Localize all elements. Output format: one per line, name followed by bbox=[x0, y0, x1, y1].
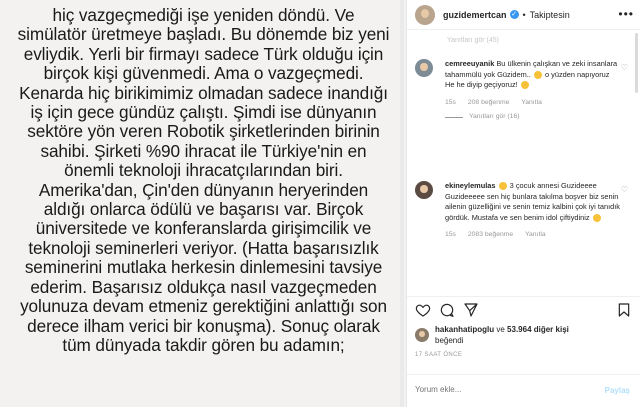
post-comment-button[interactable]: Paylaş bbox=[605, 386, 630, 395]
comment-meta: 15s 208 beğenme Yanıtla bbox=[445, 98, 620, 109]
comment-age: 15s bbox=[445, 231, 456, 238]
bookmark-icon[interactable] bbox=[616, 302, 632, 318]
comment-text: cemreeuyanik Bu ülkenin çalışkan ve zeki… bbox=[445, 59, 618, 90]
share-icon[interactable] bbox=[463, 302, 479, 318]
author-avatar[interactable] bbox=[415, 4, 435, 25]
author-username[interactable]: guzidemertcan bbox=[443, 10, 507, 20]
comments-scrollbar[interactable] bbox=[635, 33, 638, 93]
post-image: hiç vazgeçmediği işe yeniden döndü. Ve si… bbox=[0, 0, 407, 407]
post-text-line: ederim. Başarısız oldukça nasıl vazgeçme… bbox=[30, 276, 377, 297]
post-text-line: tüm dünyada takdir gören bu adamın; bbox=[62, 334, 345, 355]
verified-badge-icon: ✓ bbox=[509, 10, 519, 19]
comment-like-heart-icon[interactable]: ♡ bbox=[621, 185, 628, 194]
comment-age: 15s bbox=[445, 98, 456, 106]
emoji-icon bbox=[592, 213, 601, 222]
post-image-text: hiç vazgeçmediği işe yeniden döndü. Ve si… bbox=[0, 5, 406, 355]
comment-like-heart-icon[interactable]: ♡ bbox=[621, 63, 628, 72]
comment-item: ekineylemulas 3 çocuk annesi Guzideeee G… bbox=[415, 181, 630, 241]
commenter-avatar[interactable] bbox=[415, 59, 433, 77]
post-text-line: hiç vazgeçmediği işe yeniden döndü. Ve bbox=[52, 5, 355, 25]
post-text-line: iş için gece gündüz çalıştı. Şimdi ise d… bbox=[30, 102, 377, 123]
post-text-line: sektöre yön veren Robotik şirketlerinden… bbox=[27, 121, 380, 142]
view-replies-faded[interactable]: Yanıtları gör (45) bbox=[447, 37, 499, 44]
post-text-line: Amerika'dan, Çin'den dünyanın heryerinde… bbox=[38, 179, 369, 200]
post-text-line: aldığı onlarca ödülü ve başarısı var. Bi… bbox=[43, 199, 364, 220]
post-text-line: simülatör üretmeye başladı. Bu dönemde b… bbox=[17, 24, 390, 45]
comment-likes[interactable]: 2083 beğenme bbox=[468, 231, 513, 238]
add-comment-input[interactable] bbox=[415, 385, 585, 394]
post-text-line: önemli teknoloji ihracatçılarından biri. bbox=[64, 160, 343, 181]
commenter-avatar[interactable] bbox=[415, 181, 433, 199]
post-text-line: sahibi. Şirketi %90 ihracat ile Türkiye'… bbox=[40, 140, 367, 161]
image-scrollbar[interactable] bbox=[400, 0, 404, 407]
comments-list[interactable]: Yanıtları gör (45) cemreeuyanik Bu ülken… bbox=[407, 31, 640, 296]
comment-item: cemreeuyanik Bu ülkenin çalışkan ve zeki… bbox=[415, 59, 630, 123]
post-sidebar: guzidemertcan ✓ • Takiptesin ••• Yanıtla… bbox=[407, 0, 640, 407]
like-heart-icon[interactable] bbox=[415, 302, 431, 318]
likes-suffix: beğendi bbox=[435, 336, 464, 345]
post-text-line: evliydik. Yerli bir firmayı sadece Türk … bbox=[23, 43, 384, 64]
comment-text: ekineylemulas 3 çocuk annesi Guzideeee G… bbox=[445, 181, 621, 222]
post-header: guzidemertcan ✓ • Takiptesin ••• bbox=[407, 0, 640, 30]
instagram-post-view: hiç vazgeçmediği işe yeniden döndü. Ve si… bbox=[0, 0, 640, 407]
liker-username[interactable]: hakanhatipoglu bbox=[435, 325, 494, 334]
reply-link[interactable]: Yanıtla bbox=[521, 99, 542, 106]
comment-meta: 15s 2083 beğenme Yanıtla bbox=[445, 230, 620, 241]
more-options-icon[interactable]: ••• bbox=[618, 7, 634, 21]
reply-link[interactable]: Yanıtla bbox=[525, 231, 546, 238]
comment-likes[interactable]: 208 beğenme bbox=[468, 99, 510, 106]
post-actions-bar bbox=[407, 296, 640, 324]
liker-avatar[interactable] bbox=[415, 328, 429, 342]
post-text-line: Kenarda hiç birikimimiz olmadan sadece i… bbox=[19, 82, 388, 103]
separator-dot: • bbox=[522, 9, 526, 20]
emoji-icon bbox=[533, 70, 542, 79]
view-replies[interactable]: Yanıtları gör (16) bbox=[445, 112, 620, 123]
post-text-line: üniversitede ve konferanslarda girişimci… bbox=[35, 218, 372, 239]
post-text-line: derece ilham verici bir konuşma). Sonuç … bbox=[27, 315, 380, 336]
following-status[interactable]: Takiptesin bbox=[530, 10, 570, 20]
likes-count[interactable]: 53.964 diğer kişi bbox=[507, 325, 569, 334]
post-text-line: birçok kişi güvenmedi. Ama o vazgeçmedi. bbox=[43, 63, 364, 84]
comment-username[interactable]: ekineylemulas bbox=[445, 181, 496, 190]
emoji-icon bbox=[520, 81, 529, 90]
post-timestamp[interactable]: 17 SAAT ÖNCE bbox=[415, 352, 462, 358]
post-text-line: yolunuza devam etmeniz gerektiğini anlat… bbox=[20, 296, 387, 317]
post-text-line: seminerini mutlaka herkesin dinlemesini … bbox=[24, 257, 383, 278]
add-comment-bar: Paylaş bbox=[407, 374, 640, 407]
comment-username[interactable]: cemreeuyanik bbox=[445, 59, 494, 68]
post-text-line: teknoloji seminerleri veriyor. (Hatta ba… bbox=[28, 237, 379, 258]
emoji-icon bbox=[498, 182, 507, 191]
likes-summary: hakanhatipoglu ve 53.964 diğer kişi beğe… bbox=[415, 324, 569, 346]
comment-bubble-icon[interactable] bbox=[439, 302, 455, 318]
